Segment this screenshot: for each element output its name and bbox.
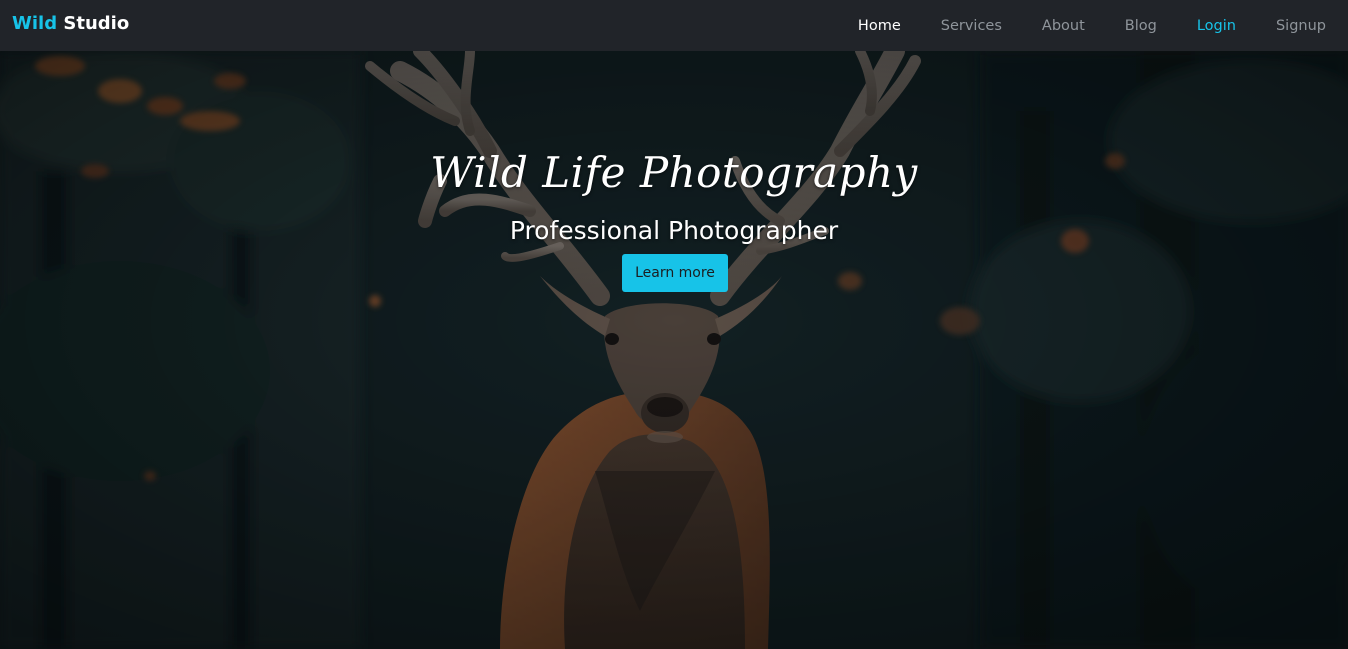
top-navbar: Wild Studio Home Services About Blog Log… [0, 0, 1348, 51]
learn-more-button[interactable]: Learn more [622, 254, 728, 292]
nav-link-signup[interactable]: Signup [1276, 18, 1326, 34]
hero-subtitle: Professional Photographer [509, 216, 839, 245]
nav-link-about[interactable]: About [1042, 18, 1085, 34]
nav-links: Home Services About Blog Login Signup [818, 0, 1326, 51]
nav-link-services[interactable]: Services [941, 18, 1002, 34]
hero-script-title: Wild Life Photography [430, 148, 918, 197]
nav-link-home[interactable]: Home [858, 18, 901, 34]
nav-link-blog[interactable]: Blog [1125, 18, 1157, 34]
brand-rest-text: Studio [63, 13, 130, 34]
nav-link-login[interactable]: Login [1197, 18, 1236, 34]
hero-background-image [0, 51, 1348, 649]
brand-accent-text: Wild [12, 13, 58, 34]
brand-logo[interactable]: Wild Studio [12, 12, 129, 36]
hero-section: Wild Life Photography Professional Photo… [0, 51, 1348, 649]
